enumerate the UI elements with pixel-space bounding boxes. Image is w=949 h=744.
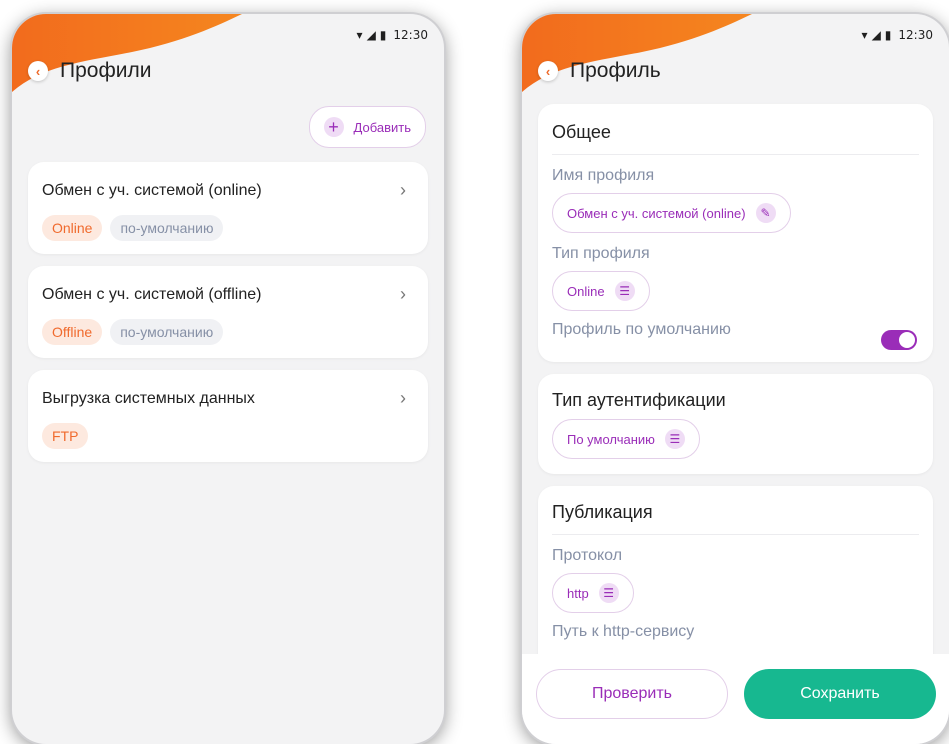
profile-type-value: Online	[567, 283, 605, 299]
battery-icon: ▮	[884, 28, 892, 42]
back-button[interactable]: ‹	[28, 61, 48, 81]
divider	[552, 154, 919, 155]
section-title: Общее	[552, 122, 611, 142]
chevron-right-icon: ›	[400, 180, 406, 200]
protocol-select[interactable]: http ☰	[552, 573, 634, 613]
app-bar: ‹ Профили	[28, 59, 151, 83]
auth-type-select[interactable]: По умолчанию ☰	[552, 419, 700, 459]
profile-type-label: Тип профиля	[552, 245, 650, 262]
signal-icon: ◢	[871, 28, 881, 42]
profile-name: Выгрузка системных данных	[42, 390, 255, 407]
profile-card[interactable]: Обмен с уч. системой (online) › Online п…	[28, 162, 428, 254]
section-title: Публикация	[552, 502, 653, 522]
chevron-left-icon: ‹	[35, 63, 41, 79]
add-profile-button[interactable]: + Добавить	[308, 106, 426, 148]
profile-type-tag: Online	[42, 215, 103, 241]
divider	[552, 534, 919, 535]
chevron-left-icon: ‹	[545, 63, 551, 79]
profile-edit-screen: ▾ ◢ ▮ 12:30 ‹ Профиль Общее Имя профиля …	[522, 14, 949, 744]
profile-name-value: Обмен с уч. системой (online)	[567, 205, 746, 221]
app-bar: ‹ Профиль	[538, 59, 661, 83]
profile-type-tag: FTP	[42, 423, 89, 449]
status-time: 12:30	[898, 28, 933, 42]
list-icon: ☰	[598, 583, 619, 603]
status-bar: ▾ ◢ ▮ 12:30	[862, 26, 933, 44]
profile-name-label: Имя профиля	[552, 167, 655, 184]
profile-name: Обмен с уч. системой (offline)	[42, 286, 262, 303]
section-title: Тип аутентификации	[552, 390, 726, 410]
plus-icon: +	[323, 117, 344, 137]
service-path-label: Путь к http-сервису	[552, 623, 695, 640]
auth-type-value: По умолчанию	[567, 431, 655, 447]
protocol-label: Протокол	[552, 547, 623, 564]
profile-type-tag: Offline	[42, 319, 103, 345]
save-button[interactable]: Сохранить	[744, 669, 936, 719]
check-button[interactable]: Проверить	[536, 669, 728, 719]
profile-card[interactable]: Обмен с уч. системой (offline) › Offline…	[28, 266, 428, 358]
list-icon: ☰	[614, 281, 635, 301]
add-profile-label: Добавить	[353, 119, 411, 135]
pencil-icon: ✎	[755, 203, 776, 223]
status-time: 12:30	[393, 28, 428, 42]
default-tag: по-умолчанию	[110, 215, 224, 241]
protocol-value: http	[567, 585, 589, 601]
battery-icon: ▮	[379, 28, 387, 42]
back-button[interactable]: ‹	[538, 61, 558, 81]
signal-icon: ◢	[366, 28, 376, 42]
auth-section: Тип аутентификации По умолчанию ☰	[538, 374, 933, 474]
profile-name-field[interactable]: Обмен с уч. системой (online) ✎	[552, 193, 791, 233]
chevron-right-icon: ›	[400, 388, 406, 408]
wifi-icon: ▾	[861, 28, 868, 42]
page-title: Профиль	[570, 59, 661, 82]
profiles-screen: ▾ ◢ ▮ 12:30 ‹ Профили + Добавить Обмен с…	[12, 14, 444, 744]
default-profile-label: Профиль по умолчанию	[552, 321, 731, 338]
list-icon: ☰	[664, 429, 685, 449]
status-bar: ▾ ◢ ▮ 12:30	[357, 26, 428, 44]
profile-name: Обмен с уч. системой (online)	[42, 182, 262, 199]
profile-card[interactable]: Выгрузка системных данных › FTP	[28, 370, 428, 462]
wifi-icon: ▾	[356, 28, 363, 42]
chevron-right-icon: ›	[400, 284, 406, 304]
profile-type-select[interactable]: Online ☰	[552, 271, 650, 311]
page-title: Профили	[60, 59, 152, 82]
default-profile-toggle[interactable]	[881, 330, 917, 350]
default-tag: по-умолчанию	[110, 319, 224, 345]
general-section: Общее Имя профиля Обмен с уч. системой (…	[538, 104, 933, 362]
